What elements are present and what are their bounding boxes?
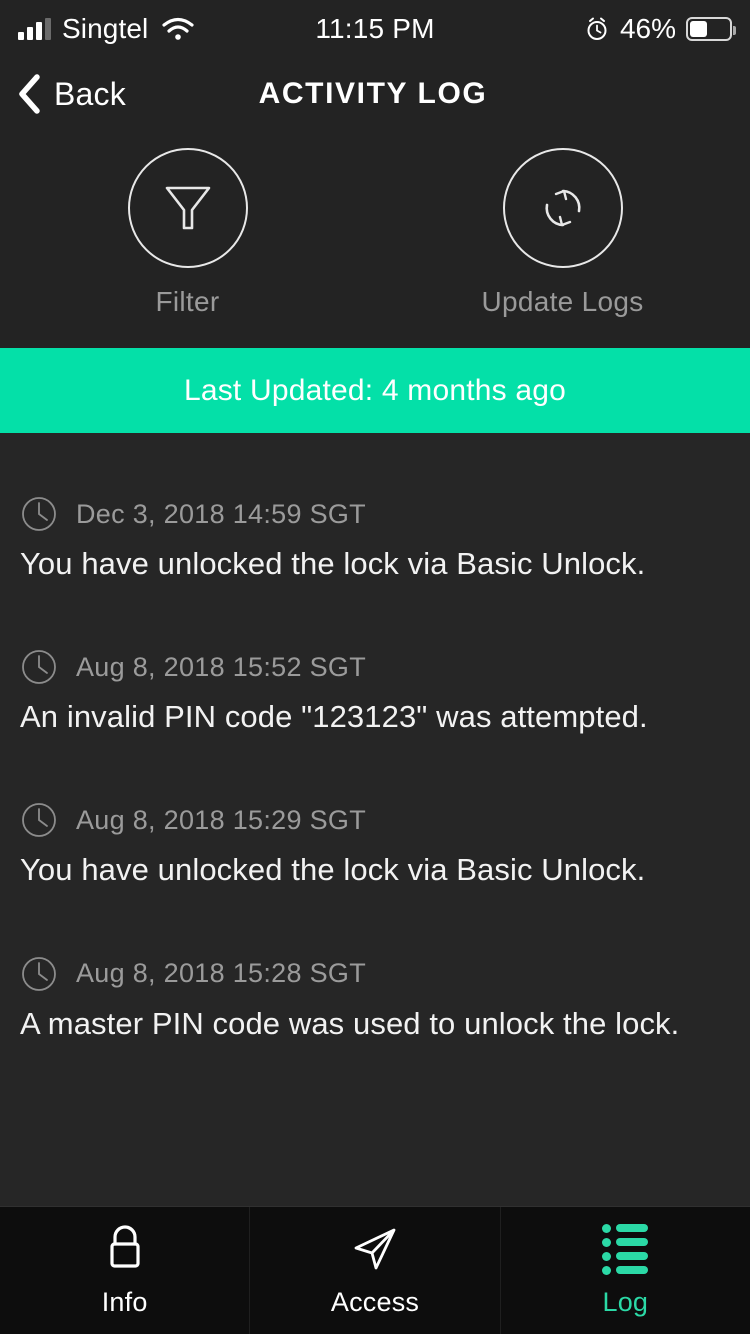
- list-icon: [602, 1223, 649, 1275]
- action-row: Filter Update Logs: [0, 130, 750, 348]
- update-logs-label: Update Logs: [481, 286, 644, 317]
- padlock-icon: [102, 1223, 148, 1275]
- tab-info-label: Info: [101, 1287, 148, 1317]
- paper-plane-icon: [349, 1223, 401, 1275]
- back-button[interactable]: Back: [0, 73, 126, 115]
- bottom-tab-bar: Info Access Log: [0, 1206, 750, 1334]
- log-entry-meta: Aug 8, 2018 15:28 SGT: [20, 955, 730, 993]
- log-entry-message: You have unlocked the lock via Basic Unl…: [20, 852, 646, 888]
- funnel-filter-icon: [161, 180, 215, 236]
- refresh-sync-icon: [534, 179, 592, 237]
- app-screen: Singtel 11:15 PM 46% Back ACTIVITY LOG F…: [0, 0, 750, 1334]
- filter-button-circle: [127, 148, 248, 268]
- clock-icon: [20, 648, 58, 686]
- log-entry-meta: Dec 3, 2018 14:59 SGT: [20, 495, 730, 533]
- list-item[interactable]: Aug 8, 2018 15:28 SGT A master PIN code …: [0, 955, 750, 1042]
- log-entry-timestamp: Dec 3, 2018 14:59 SGT: [76, 498, 366, 529]
- update-logs-button[interactable]: Update Logs: [375, 130, 750, 348]
- clock-icon: [20, 955, 58, 993]
- log-entry-timestamp: Aug 8, 2018 15:28 SGT: [76, 958, 366, 989]
- carrier-name: Singtel: [62, 13, 149, 44]
- log-entry-message: A master PIN code was used to unlock the…: [20, 1005, 680, 1041]
- log-entry-timestamp: Aug 8, 2018 15:29 SGT: [76, 804, 366, 835]
- clock-icon: [20, 495, 58, 533]
- status-bar-right: 46%: [584, 13, 736, 45]
- last-updated-text: Last Updated: 4 months ago: [183, 373, 567, 407]
- back-label: Back: [54, 75, 126, 112]
- log-entry-meta: Aug 8, 2018 15:29 SGT: [20, 801, 730, 839]
- signal-bars-icon: [18, 18, 51, 40]
- navigation-bar: Back ACTIVITY LOG: [0, 58, 750, 130]
- activity-log-list[interactable]: Dec 3, 2018 14:59 SGT You have unlocked …: [0, 433, 750, 1206]
- tab-log-label: Log: [602, 1287, 649, 1317]
- tab-access[interactable]: Access: [250, 1207, 501, 1334]
- tab-access-label: Access: [330, 1287, 420, 1317]
- list-item[interactable]: Aug 8, 2018 15:52 SGT An invalid PIN cod…: [0, 648, 750, 735]
- last-updated-banner: Last Updated: 4 months ago: [0, 348, 750, 433]
- alarm-clock-icon: [584, 16, 610, 42]
- status-bar-left: Singtel: [18, 13, 195, 45]
- battery-percent: 46%: [619, 13, 676, 44]
- log-entry-message: You have unlocked the lock via Basic Unl…: [20, 546, 646, 581]
- list-item[interactable]: Dec 3, 2018 14:59 SGT You have unlocked …: [0, 495, 750, 582]
- clock-icon: [20, 801, 58, 839]
- status-bar: Singtel 11:15 PM 46%: [0, 0, 750, 58]
- log-entry-meta: Aug 8, 2018 15:52 SGT: [20, 648, 730, 686]
- tab-info[interactable]: Info: [0, 1207, 251, 1334]
- list-item[interactable]: Aug 8, 2018 15:29 SGT You have unlocked …: [0, 801, 750, 888]
- log-entry-message: An invalid PIN code "123123" was attempt…: [20, 699, 648, 735]
- wifi-icon: [161, 16, 195, 42]
- chevron-left-icon: [16, 73, 42, 115]
- tab-log[interactable]: Log: [501, 1207, 750, 1334]
- update-logs-button-circle: [502, 148, 623, 268]
- log-entry-timestamp: Aug 8, 2018 15:52 SGT: [76, 651, 366, 682]
- filter-button[interactable]: Filter: [0, 130, 375, 348]
- filter-label: Filter: [155, 286, 220, 317]
- battery-icon: [686, 17, 736, 41]
